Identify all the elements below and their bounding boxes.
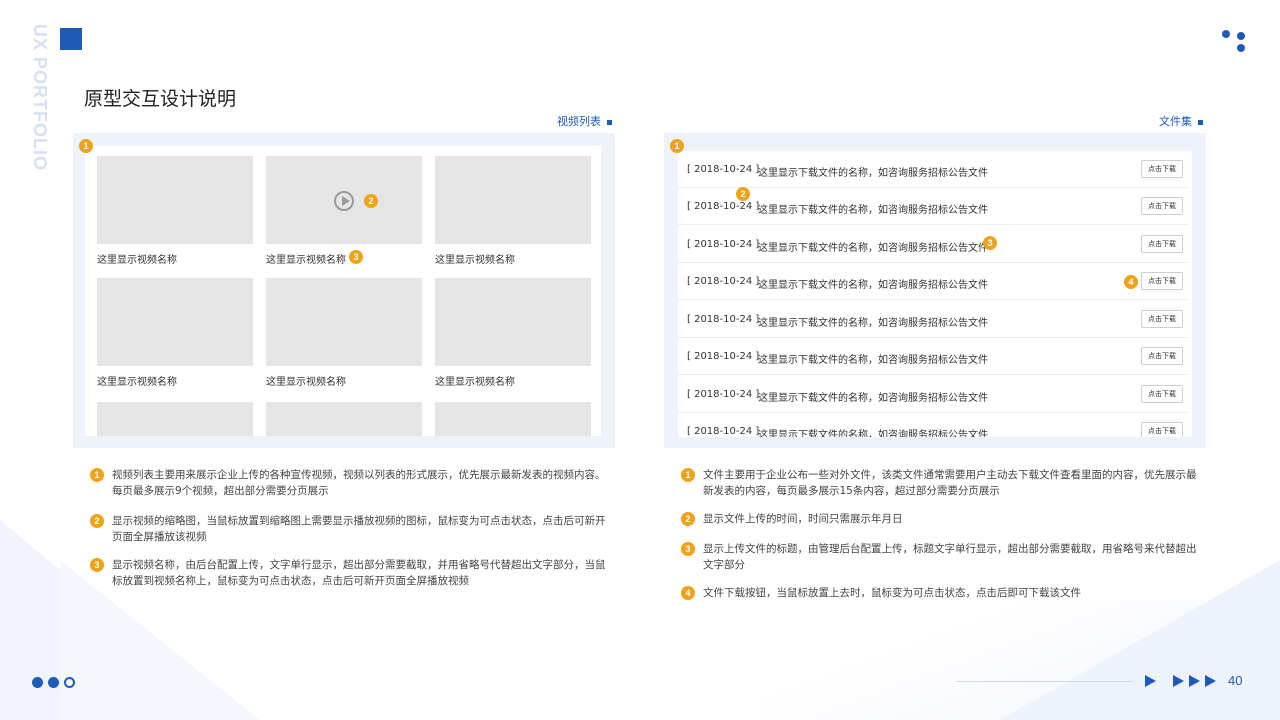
page-number: 40: [1228, 673, 1243, 688]
note-number-badge: 1: [90, 468, 104, 482]
file-set-label: 文件集: [1159, 113, 1203, 129]
download-button[interactable]: 点击下载: [1141, 160, 1183, 178]
note-item: 3 显示上传文件的标题，由管理后台配置上传，标题文字单行显示，超出部分需要截取，…: [681, 541, 1200, 573]
note-item: 3 显示视频名称，由后台配置上传，文字单行显示，超出部分需要截取，并用省略号代替…: [90, 557, 607, 589]
file-row: [ 2018-10-24 ] 这里显示下载文件的名称，如咨询服务招标公告文件 点…: [678, 413, 1188, 437]
download-button[interactable]: 点击下载: [1141, 310, 1183, 328]
file-list-panel: [ 2018-10-24 ] 这里显示下载文件的名称，如咨询服务招标公告文件 点…: [664, 133, 1206, 448]
file-row: [ 2018-10-24 ] 这里显示下载文件的名称，如咨询服务招标公告文件 点…: [678, 226, 1188, 263]
arrow-icon: [1173, 675, 1184, 687]
file-title[interactable]: 这里显示下载文件的名称，如咨询服务招标公告文件: [758, 389, 988, 404]
file-date: [ 2018-10-24 ]: [687, 201, 760, 212]
video-name[interactable]: 这里显示视频名称: [435, 373, 515, 388]
note-text: 显示视频名称，由后台配置上传，文字单行显示，超出部分需要截取，并用省略号代替超出…: [112, 559, 606, 587]
footer-divider: [956, 681, 1132, 682]
note-number-badge: 3: [90, 558, 104, 572]
video-thumbnail[interactable]: [97, 278, 253, 366]
note-item: 1 文件主要用于企业公布一些对外文件，该类文件通常需要用户主动去下载文件查看里面…: [681, 467, 1200, 499]
video-name[interactable]: 这里显示视频名称: [266, 251, 346, 266]
file-row: [ 2018-10-24 ] 这里显示下载文件的名称，如咨询服务招标公告文件 点…: [678, 301, 1188, 338]
file-date: [ 2018-10-24 ]: [687, 164, 760, 175]
download-button[interactable]: 点击下载: [1141, 197, 1183, 215]
note-number-badge: 2: [681, 512, 695, 526]
note-text: 视频列表主要用来展示企业上传的各种宣传视频，视频以列表的形式展示，优先展示最新发…: [112, 469, 606, 497]
file-title[interactable]: 这里显示下载文件的名称，如咨询服务招标公告文件: [758, 239, 988, 254]
video-list-panel: 这里显示视频名称 这里显示视频名称 这里显示视频名称 这里显示视频名称 这里显示…: [73, 133, 615, 448]
play-icon[interactable]: [334, 191, 354, 211]
file-date: [ 2018-10-24 ]: [687, 314, 760, 325]
video-grid: 这里显示视频名称 这里显示视频名称 这里显示视频名称 这里显示视频名称 这里显示…: [85, 146, 601, 436]
file-title[interactable]: 这里显示下载文件的名称，如咨询服务招标公告文件: [758, 201, 988, 216]
annotation-badge: 4: [1124, 275, 1138, 289]
file-date: [ 2018-10-24 ]: [687, 276, 760, 287]
video-list-label: 视频列表: [557, 113, 612, 129]
file-date: [ 2018-10-24 ]: [687, 239, 760, 250]
video-name[interactable]: 这里显示视频名称: [97, 373, 177, 388]
download-button[interactable]: 点击下载: [1141, 422, 1183, 437]
video-thumbnail[interactable]: [266, 156, 422, 244]
file-row: [ 2018-10-24 ] 这里显示下载文件的名称，如咨询服务招标公告文件 点…: [678, 188, 1188, 225]
background-shape: [1000, 560, 1280, 720]
annotation-badge: 1: [79, 139, 93, 153]
video-thumbnail[interactable]: [435, 156, 591, 244]
annotation-badge: 3: [349, 250, 363, 264]
corner-dots-icon: [1222, 30, 1248, 54]
square-icon: [607, 119, 612, 125]
note-text: 文件主要用于企业公布一些对外文件，该类文件通常需要用户主动去下载文件查看里面的内…: [703, 469, 1197, 497]
file-title[interactable]: 这里显示下载文件的名称，如咨询服务招标公告文件: [758, 164, 988, 179]
annotation-badge: 1: [670, 139, 684, 153]
file-row: [ 2018-10-24 ] 这里显示下载文件的名称，如咨询服务招标公告文件 点…: [678, 338, 1188, 375]
video-thumbnail[interactable]: [266, 402, 422, 436]
note-text: 文件下载按钮，当鼠标放置上去时，鼠标变为可点击状态，点击后即可下载该文件: [703, 587, 1081, 599]
note-item: 1 视频列表主要用来展示企业上传的各种宣传视频，视频以列表的形式展示，优先展示最…: [90, 467, 607, 499]
side-label: UX PORTFOLIO: [30, 24, 50, 171]
note-number-badge: 1: [681, 468, 695, 482]
play-arrow-icon: [1145, 675, 1156, 687]
note-number-badge: 4: [681, 586, 695, 600]
file-date: [ 2018-10-24 ]: [687, 351, 760, 362]
brand-square: [60, 28, 82, 50]
note-number-badge: 2: [90, 514, 104, 528]
file-date: [ 2018-10-24 ]: [687, 389, 760, 400]
file-date: [ 2018-10-24 ]: [687, 426, 760, 437]
file-title[interactable]: 这里显示下载文件的名称，如咨询服务招标公告文件: [758, 426, 988, 437]
page-title: 原型交互设计说明: [84, 88, 237, 110]
video-thumbnail[interactable]: [97, 156, 253, 244]
file-row: [ 2018-10-24 ] 这里显示下载文件的名称，如咨询服务招标公告文件 点…: [678, 376, 1188, 413]
note-item: 2 显示视频的缩略图，当鼠标放置到缩略图上需要显示播放视频的图标，鼠标变为可点击…: [90, 513, 607, 545]
note-text: 显示视频的缩略图，当鼠标放置到缩略图上需要显示播放视频的图标，鼠标变为可点击状态…: [112, 515, 606, 543]
square-icon: [1198, 119, 1203, 125]
annotation-badge: 2: [736, 187, 750, 201]
arrow-icon: [1189, 675, 1200, 687]
video-thumbnail[interactable]: [266, 278, 422, 366]
video-thumbnail[interactable]: [435, 278, 591, 366]
note-item: 2 显示文件上传的时间，时间只需展示年月日: [681, 511, 1200, 527]
video-name[interactable]: 这里显示视频名称: [97, 251, 177, 266]
annotation-badge: 3: [983, 236, 997, 250]
download-button[interactable]: 点击下载: [1141, 385, 1183, 403]
video-thumbnail[interactable]: [97, 402, 253, 436]
file-row: [ 2018-10-24 ] 这里显示下载文件的名称，如咨询服务招标公告文件 点…: [678, 263, 1188, 300]
video-thumbnail[interactable]: [435, 402, 591, 436]
file-row: [ 2018-10-24 ] 这里显示下载文件的名称，如咨询服务招标公告文件 点…: [678, 151, 1188, 188]
note-item: 4 文件下载按钮，当鼠标放置上去时，鼠标变为可点击状态，点击后即可下载该文件: [681, 585, 1200, 601]
download-button[interactable]: 点击下载: [1141, 272, 1183, 290]
annotation-badge: 2: [364, 194, 378, 208]
arrow-icon: [1205, 675, 1216, 687]
file-list: [ 2018-10-24 ] 这里显示下载文件的名称，如咨询服务招标公告文件 点…: [678, 151, 1192, 437]
note-number-badge: 3: [681, 542, 695, 556]
video-name[interactable]: 这里显示视频名称: [266, 373, 346, 388]
video-name[interactable]: 这里显示视频名称: [435, 251, 515, 266]
file-title[interactable]: 这里显示下载文件的名称，如咨询服务招标公告文件: [758, 276, 988, 291]
download-button[interactable]: 点击下载: [1141, 347, 1183, 365]
download-button[interactable]: 点击下载: [1141, 235, 1183, 253]
note-text: 显示文件上传的时间，时间只需展示年月日: [703, 513, 903, 525]
note-text: 显示上传文件的标题，由管理后台配置上传，标题文字单行显示，超出部分需要截取，用省…: [703, 543, 1197, 571]
file-title[interactable]: 这里显示下载文件的名称，如咨询服务招标公告文件: [758, 351, 988, 366]
file-title[interactable]: 这里显示下载文件的名称，如咨询服务招标公告文件: [758, 314, 988, 329]
